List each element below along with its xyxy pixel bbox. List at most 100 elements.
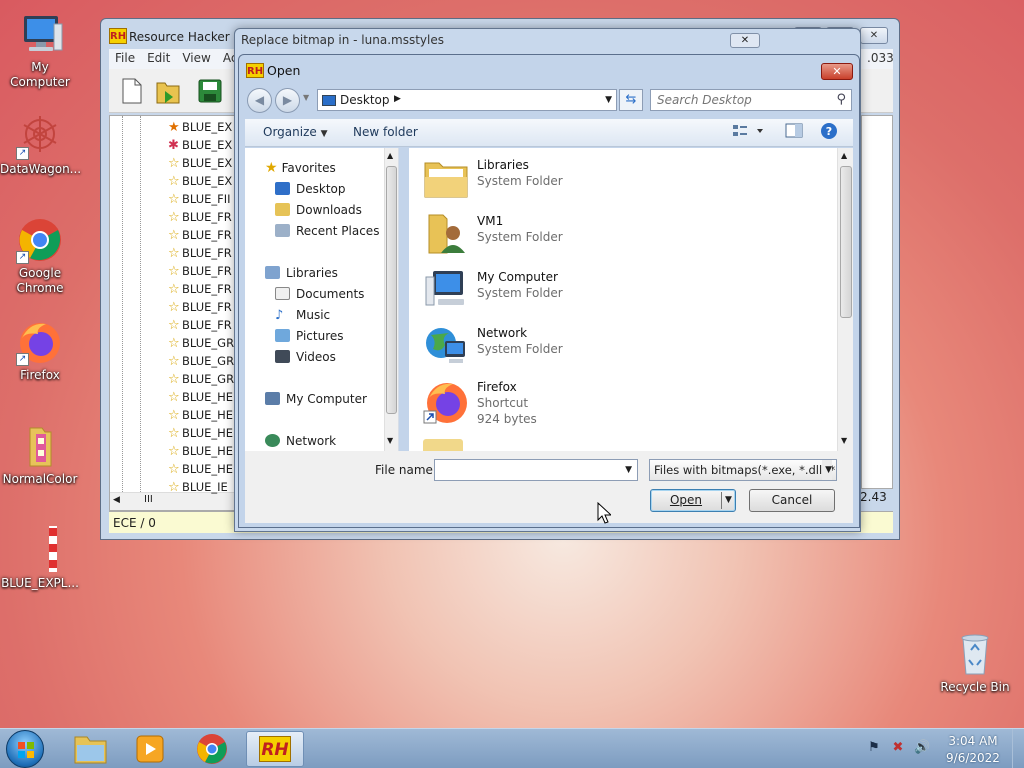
back-button[interactable]: ◀	[247, 88, 272, 113]
clock[interactable]: 3:04 AM 9/6/2022	[940, 733, 1006, 767]
save-button[interactable]	[197, 77, 223, 105]
folder-icon	[16, 422, 64, 470]
desktop-icon-datawagon[interactable]: ↗ DataWagon...	[0, 112, 81, 177]
tree-item[interactable]: ☆ BLUE_EX	[168, 154, 232, 172]
recent-locations-icon[interactable]: ▼	[303, 93, 309, 102]
start-button[interactable]	[6, 730, 44, 768]
preview-pane-button[interactable]	[785, 123, 803, 142]
tree-item[interactable]: ✱ BLUE_EX	[168, 136, 232, 154]
menu-edit[interactable]: Edit	[141, 49, 176, 67]
nav-network[interactable]: Network	[265, 431, 336, 451]
menu-file[interactable]: File	[109, 49, 141, 67]
taskbar-resource-hacker[interactable]: RH	[246, 731, 304, 767]
chevron-down-icon[interactable]: ▼	[725, 490, 732, 511]
nav-videos[interactable]: Videos	[275, 347, 336, 367]
scroll-down-icon[interactable]: ▼	[841, 436, 847, 445]
tree-item[interactable]: ☆ BLUE_HE	[168, 406, 233, 424]
nav-pictures[interactable]: Pictures	[275, 326, 344, 346]
tree-item[interactable]: ☆ BLUE_GR	[168, 370, 234, 388]
chevron-down-icon[interactable]: ▼	[625, 465, 632, 475]
tree-item[interactable]: ☆ BLUE_FII	[168, 190, 231, 208]
star-icon: ☆	[168, 444, 180, 459]
scroll-left-icon[interactable]: ◀	[113, 495, 120, 505]
tree-item[interactable]: ☆ BLUE_HE	[168, 460, 233, 478]
search-box[interactable]: ⚲	[650, 89, 852, 111]
nav-music[interactable]: ♪ Music	[275, 305, 330, 325]
desktop-icon-label: NormalColor	[2, 472, 78, 486]
desktop-icon-normalcolor[interactable]: NormalColor	[0, 422, 80, 487]
desktop-icon-chrome[interactable]: ↗ Google Chrome	[0, 216, 80, 296]
close-button[interactable]: ✕	[730, 33, 760, 48]
scroll-thumb[interactable]	[386, 166, 397, 414]
action-center-icon[interactable]: ⚑	[866, 740, 882, 756]
nav-downloads[interactable]: Downloads	[275, 200, 362, 220]
close-button[interactable]: ✕	[821, 63, 853, 80]
help-button[interactable]: ?	[820, 122, 838, 143]
address-bar[interactable]: Desktop ▶ ▼	[317, 89, 617, 111]
scroll-down-icon[interactable]: ▼	[387, 436, 393, 445]
taskbar-explorer[interactable]	[62, 731, 118, 767]
nav-my-computer[interactable]: My Computer	[265, 389, 367, 409]
tree-item[interactable]: ☆ BLUE_IE	[168, 478, 228, 496]
file-name-combo[interactable]: ▼	[434, 459, 638, 481]
cancel-button[interactable]: Cancel	[749, 489, 835, 512]
organize-button[interactable]: Organize ▼	[263, 125, 328, 139]
list-item[interactable]: Firefox Shortcut 924 bytes	[423, 377, 823, 437]
tree-item[interactable]: ☆ BLUE_FR	[168, 208, 232, 226]
desktop-icon-blue-expl[interactable]: BLUE_EXPL...	[0, 526, 80, 591]
list-item[interactable]: Network System Folder	[423, 321, 823, 373]
breadcrumb-chevron-icon[interactable]: ▶	[394, 94, 401, 104]
search-input[interactable]	[651, 90, 821, 110]
tree-item[interactable]: ☆ BLUE_HE	[168, 388, 233, 406]
tree-item[interactable]: ☆ BLUE_FR	[168, 316, 232, 334]
refresh-button[interactable]: ⇆	[619, 89, 643, 111]
scroll-up-icon[interactable]: ▲	[841, 151, 847, 160]
close-button[interactable]: ✕	[860, 27, 888, 44]
nav-desktop[interactable]: Desktop	[275, 179, 346, 199]
scroll-thumb[interactable]: III	[144, 494, 153, 505]
file-name-input[interactable]	[435, 460, 615, 480]
desktop-icon-firefox[interactable]: ↗ Firefox	[0, 318, 80, 383]
tree-item[interactable]: ☆ BLUE_GR	[168, 352, 234, 370]
nav-favorites[interactable]: ★ Favorites	[265, 158, 336, 178]
file-type-select[interactable]: Files with bitmaps(*.exe, *.dll, *. ▼	[649, 459, 837, 481]
list-item[interactable]: VM1 System Folder	[423, 209, 823, 261]
tree-item[interactable]: ☆ BLUE_FR	[168, 244, 232, 262]
tree-item[interactable]: ☆ BLUE_FR	[168, 298, 232, 316]
scroll-thumb[interactable]	[840, 166, 852, 318]
show-desktop-button[interactable]	[1012, 729, 1024, 768]
nav-scrollbar[interactable]: ▲ ▼	[384, 148, 398, 451]
nav-recent-places[interactable]: Recent Places	[275, 221, 379, 241]
desktop-icon-my-computer[interactable]: My Computer	[0, 10, 80, 90]
nav-libraries[interactable]: Libraries	[265, 263, 338, 283]
tree-item[interactable]: ☆ BLUE_HE	[168, 442, 233, 460]
tree-item[interactable]: ☆ BLUE_HE	[168, 424, 233, 442]
search-icon[interactable]: ⚲	[836, 92, 846, 107]
tree-item[interactable]: ☆ BLUE_GR	[168, 334, 234, 352]
tree-item[interactable]: ★ BLUE_EX	[168, 118, 232, 136]
menu-view[interactable]: View	[176, 49, 216, 67]
open-file-button[interactable]	[155, 77, 181, 105]
desktop-icon-recycle-bin[interactable]: Recycle Bin	[935, 630, 1015, 695]
forward-button[interactable]: ▶	[275, 88, 300, 113]
resource-tree[interactable]: ◀ III ★ BLUE_EX ✱ BLUE_EX ☆ BLUE_EX ☆ BLUE_EX ☆ B…	[109, 115, 239, 511]
view-options-button[interactable]	[733, 122, 765, 143]
list-item[interactable]: My Computer System Folder	[423, 265, 823, 317]
tree-item[interactable]: ☆ BLUE_FR	[168, 262, 232, 280]
nav-documents[interactable]: Documents	[275, 284, 364, 304]
tree-item[interactable]: ☆ BLUE_FR	[168, 280, 232, 298]
address-dropdown-icon[interactable]: ▼	[605, 95, 612, 105]
file-list-scrollbar[interactable]: ▲ ▼	[837, 148, 853, 451]
taskbar-chrome[interactable]	[184, 731, 240, 767]
new-folder-button[interactable]: New folder	[353, 125, 418, 139]
tree-item[interactable]: ☆ BLUE_FR	[168, 226, 232, 244]
new-file-button[interactable]	[119, 77, 145, 105]
list-item[interactable]: Libraries System Folder	[423, 153, 823, 205]
star-icon: ☆	[168, 210, 180, 225]
tree-item[interactable]: ☆ BLUE_EX	[168, 172, 232, 190]
scroll-up-icon[interactable]: ▲	[387, 151, 393, 160]
open-button[interactable]: Open ▼	[650, 489, 736, 512]
volume-icon[interactable]: 🔊	[914, 740, 930, 756]
network-status-icon[interactable]: ✖	[890, 740, 906, 756]
taskbar-media-player[interactable]	[122, 731, 178, 767]
